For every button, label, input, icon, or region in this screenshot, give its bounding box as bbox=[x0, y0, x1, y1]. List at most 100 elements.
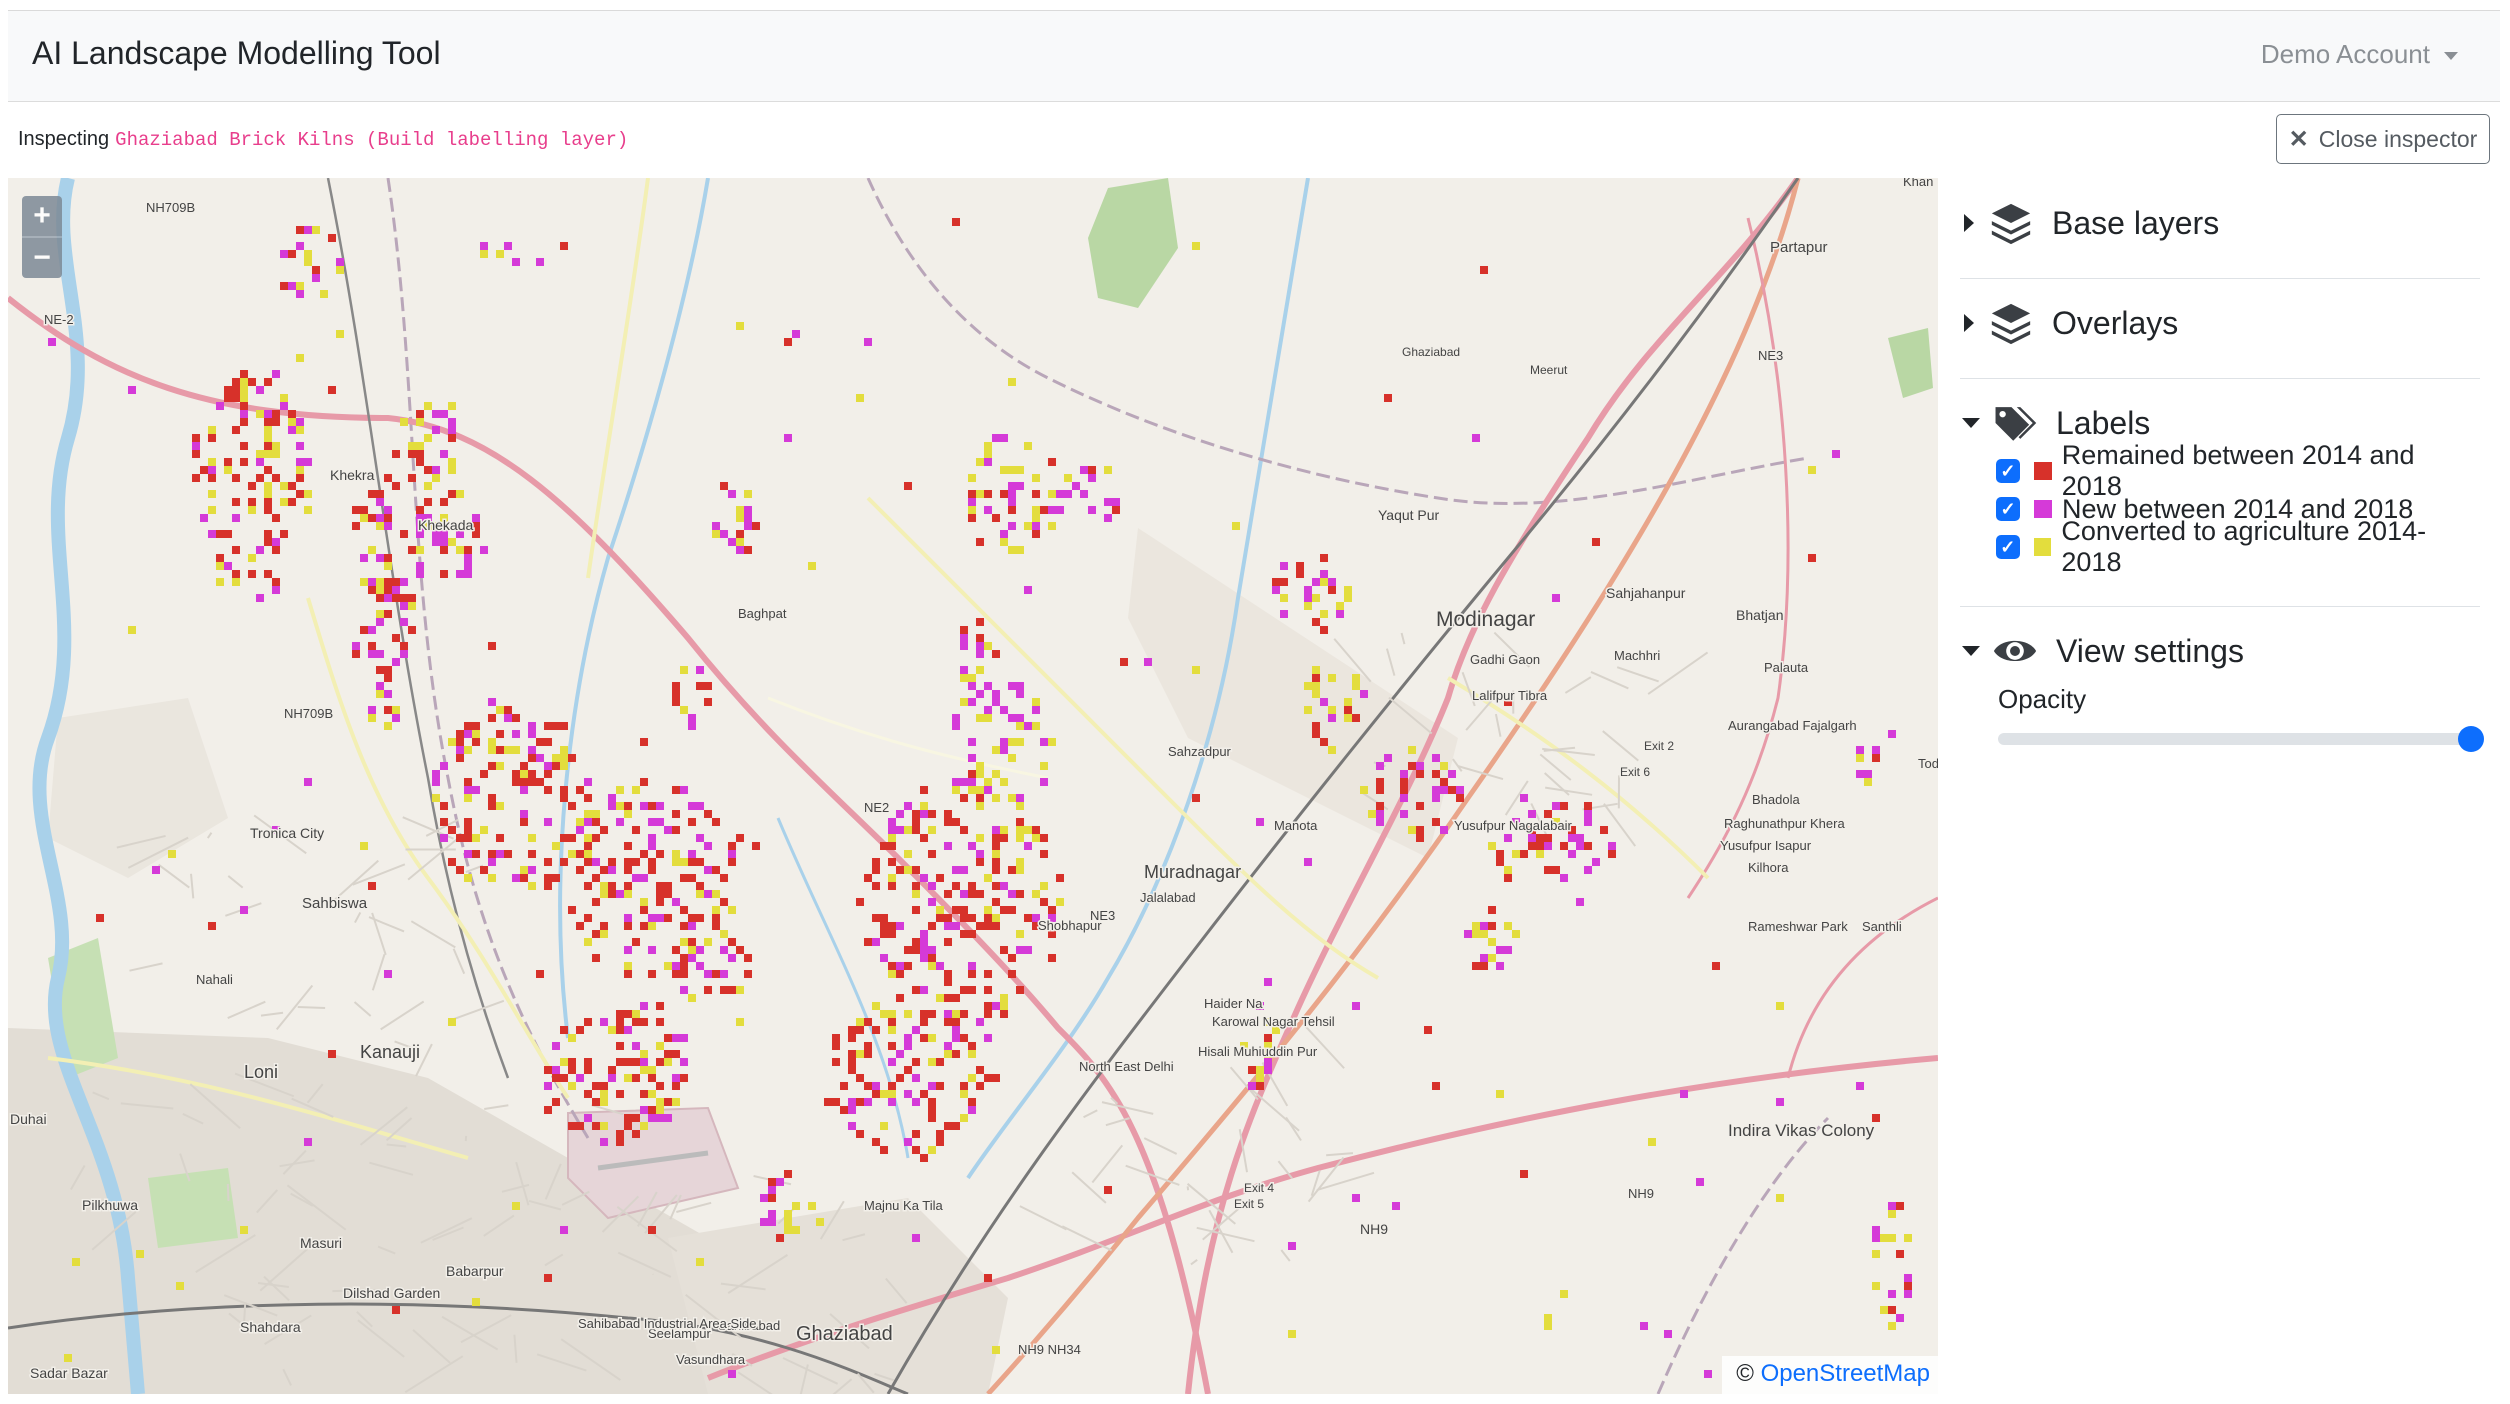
kiln-pixel bbox=[920, 938, 928, 946]
kiln-pixel bbox=[416, 562, 424, 570]
label-checkbox[interactable]: ✓ bbox=[1996, 459, 2020, 483]
kiln-pixel bbox=[1016, 714, 1024, 722]
kiln-pixel bbox=[1000, 994, 1008, 1002]
kiln-pixel bbox=[1832, 450, 1840, 458]
kiln-pixel bbox=[616, 1026, 624, 1034]
kiln-pixel bbox=[992, 1002, 1000, 1010]
label-checkbox[interactable]: ✓ bbox=[1996, 497, 2020, 521]
kiln-pixel bbox=[552, 1074, 560, 1082]
kiln-pixel bbox=[416, 506, 424, 514]
kiln-pixel bbox=[1016, 834, 1024, 842]
local-road bbox=[353, 1001, 372, 1017]
kiln-pixel bbox=[520, 818, 528, 826]
kiln-pixel bbox=[1000, 882, 1008, 890]
view-settings-header[interactable]: View settings bbox=[1960, 626, 2480, 676]
kiln-pixel bbox=[1008, 794, 1016, 802]
kiln-pixel bbox=[680, 706, 688, 714]
close-inspector-button[interactable]: ✕ Close inspector bbox=[2276, 114, 2490, 164]
kiln-pixel bbox=[528, 866, 536, 874]
kiln-pixel bbox=[304, 778, 312, 786]
layers-panel: Base layers Overlays Labels ✓ Remained be… bbox=[1948, 178, 2500, 1394]
kiln-pixel bbox=[808, 562, 816, 570]
account-dropdown[interactable]: Demo Account bbox=[2261, 39, 2458, 70]
kiln-pixel bbox=[952, 1050, 960, 1058]
kiln-pixel bbox=[1400, 778, 1408, 786]
kiln-pixel bbox=[1904, 1282, 1912, 1290]
kiln-pixel bbox=[1408, 746, 1416, 754]
kiln-pixel bbox=[968, 682, 976, 690]
place-label: Yusufpur Nagalabair bbox=[1454, 818, 1572, 833]
kiln-pixel bbox=[264, 418, 272, 426]
kiln-pixel bbox=[568, 1066, 576, 1074]
kiln-pixel bbox=[664, 914, 672, 922]
kiln-pixel bbox=[1488, 842, 1496, 850]
kiln-pixel bbox=[784, 1210, 792, 1218]
openstreetmap-link[interactable]: OpenStreetMap bbox=[1761, 1360, 1930, 1387]
kiln-pixel bbox=[1016, 802, 1024, 810]
kiln-pixel bbox=[944, 842, 952, 850]
kiln-pixel bbox=[376, 610, 384, 618]
kiln-pixel bbox=[432, 426, 440, 434]
kiln-pixel bbox=[416, 458, 424, 466]
local-road bbox=[410, 920, 456, 949]
kiln-pixel bbox=[600, 1098, 608, 1106]
kiln-pixel bbox=[968, 770, 976, 778]
divider bbox=[1960, 378, 2480, 379]
place-label: Dilshad Garden bbox=[343, 1285, 440, 1301]
place-label: NE-2 bbox=[44, 312, 74, 327]
kiln-pixel bbox=[904, 1066, 912, 1074]
kiln-pixel bbox=[600, 890, 608, 898]
kiln-pixel bbox=[696, 802, 704, 810]
zoom-in-button[interactable]: + bbox=[22, 196, 62, 238]
kiln-pixel bbox=[1056, 506, 1064, 514]
kiln-pixel bbox=[528, 778, 536, 786]
kiln-pixel bbox=[976, 642, 984, 650]
kiln-pixel bbox=[1528, 842, 1536, 850]
kiln-pixel bbox=[688, 858, 696, 866]
kiln-pixel bbox=[656, 1042, 664, 1050]
kiln-pixel bbox=[384, 586, 392, 594]
kiln-pixel bbox=[1480, 266, 1488, 274]
opacity-slider-thumb[interactable] bbox=[2458, 726, 2484, 752]
kiln-pixel bbox=[1008, 866, 1016, 874]
label-checkbox[interactable]: ✓ bbox=[1996, 535, 2020, 559]
kiln-pixel bbox=[928, 946, 936, 954]
kiln-pixel bbox=[624, 802, 632, 810]
place-label: Yusufpur Isapur bbox=[1720, 838, 1812, 853]
kiln-pixel bbox=[272, 546, 280, 554]
kiln-pixel bbox=[1400, 770, 1408, 778]
kiln-pixel bbox=[784, 338, 792, 346]
kiln-pixel bbox=[992, 1074, 1000, 1082]
kiln-pixel bbox=[376, 594, 384, 602]
kiln-pixel bbox=[680, 986, 688, 994]
app-title[interactable]: AI Landscape Modelling Tool bbox=[32, 35, 441, 72]
kiln-pixel bbox=[592, 1098, 600, 1106]
kiln-pixel bbox=[392, 578, 400, 586]
kiln-pixel bbox=[1320, 570, 1328, 578]
kiln-pixel bbox=[640, 1090, 648, 1098]
opacity-slider[interactable] bbox=[1998, 726, 2484, 752]
place-label: Karowal Nagar Tehsil bbox=[1212, 1014, 1335, 1029]
kiln-pixel bbox=[456, 730, 464, 738]
kiln-pixel bbox=[1312, 594, 1320, 602]
kiln-pixel bbox=[352, 642, 360, 650]
overlays-section[interactable]: Overlays bbox=[1960, 298, 2480, 348]
kiln-pixel bbox=[712, 866, 720, 874]
kiln-pixel bbox=[616, 818, 624, 826]
kiln-pixel bbox=[672, 682, 680, 690]
kiln-pixel bbox=[984, 490, 992, 498]
kiln-pixel bbox=[928, 1098, 936, 1106]
park-area bbox=[1888, 328, 1933, 398]
kiln-pixel bbox=[544, 1106, 552, 1114]
kiln-pixel bbox=[864, 1082, 872, 1090]
kiln-pixel bbox=[552, 1042, 560, 1050]
map-canvas[interactable]: Khan Partapur NE3 NH709B NE-2 Khekra Khekada Ba… bbox=[8, 178, 1938, 1394]
kiln-pixel bbox=[1480, 930, 1488, 938]
kiln-pixel bbox=[664, 882, 672, 890]
kiln-pixel bbox=[536, 778, 544, 786]
kiln-pixel bbox=[592, 818, 600, 826]
kiln-pixel bbox=[1024, 946, 1032, 954]
base-layers-section[interactable]: Base layers bbox=[1960, 198, 2480, 248]
zoom-out-button[interactable]: − bbox=[22, 238, 62, 278]
map-view[interactable]: Khan Partapur NE3 NH709B NE-2 Khekra Khekada Ba… bbox=[8, 178, 1938, 1394]
